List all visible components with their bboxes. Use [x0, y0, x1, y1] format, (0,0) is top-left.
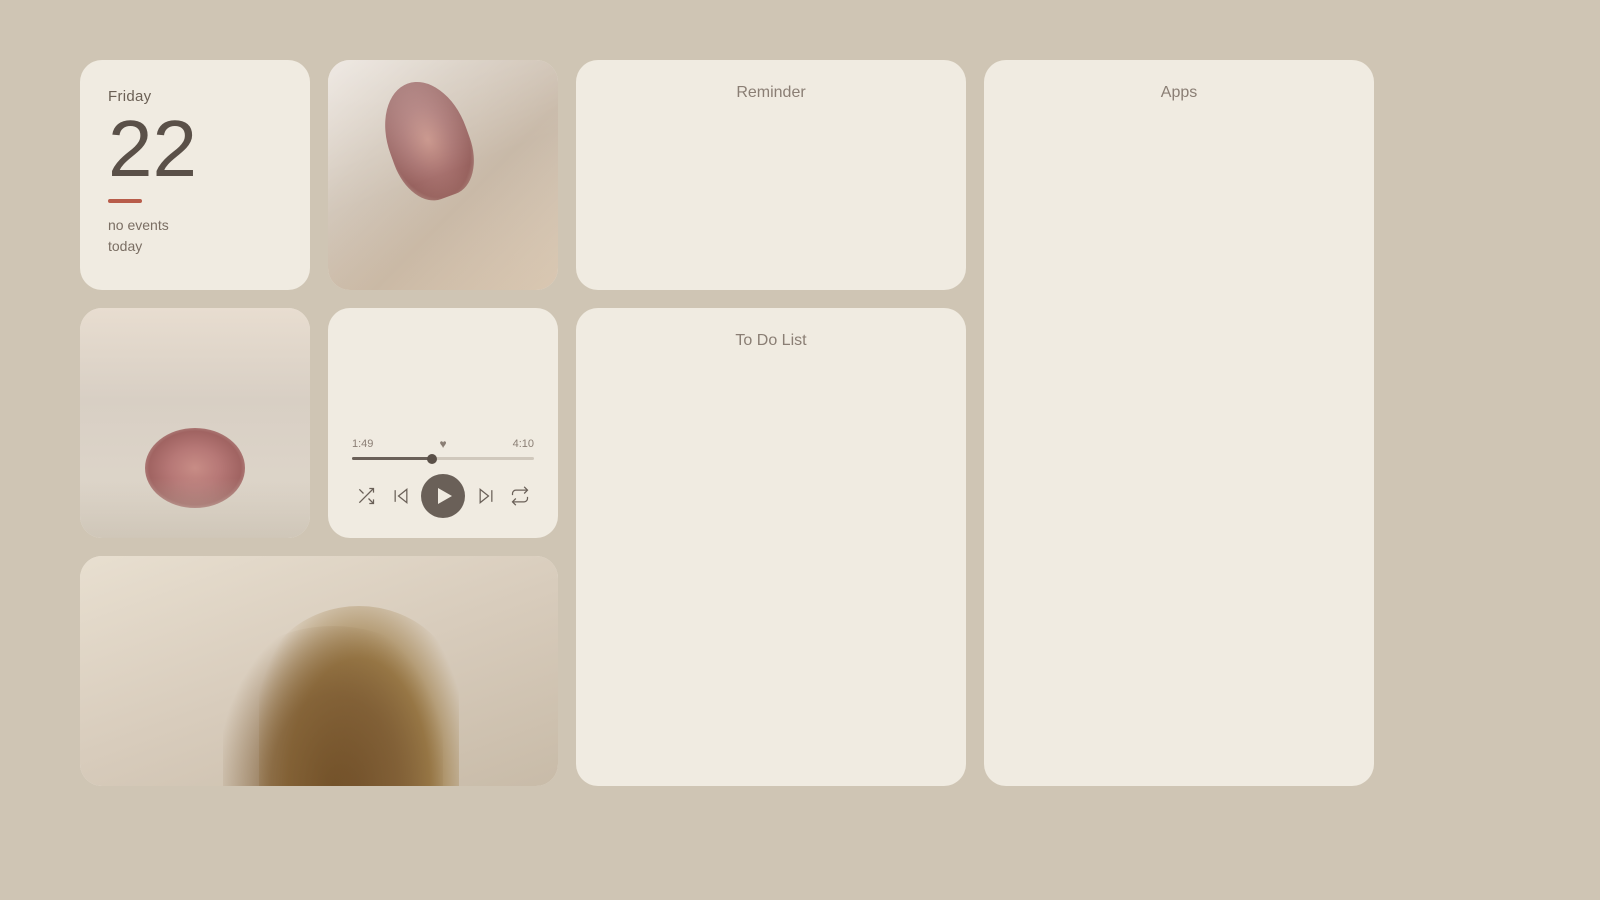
heart-icon: ♥ — [439, 437, 446, 451]
todo-title: To Do List — [735, 332, 806, 350]
dashboard: Friday 22 no events today Reminder Apps … — [80, 60, 1520, 840]
photo-widget-dried — [80, 556, 558, 786]
repeat-icon — [510, 486, 530, 506]
calendar-date-number: 22 — [108, 109, 282, 189]
reminder-widget[interactable]: Reminder — [576, 60, 966, 290]
calendar-widget: Friday 22 no events today — [80, 60, 310, 290]
no-events-line2: today — [108, 238, 142, 254]
photo-widget-peony — [80, 308, 310, 538]
progress-fill — [352, 457, 432, 460]
calendar-events: no events today — [108, 215, 282, 257]
progress-track[interactable] — [352, 457, 534, 460]
shuffle-button[interactable] — [352, 482, 380, 510]
progress-bar-container: 1:49 ♥ 4:10 — [352, 437, 534, 460]
repeat-button[interactable] — [506, 482, 534, 510]
photo-dried-image — [80, 556, 558, 786]
reminder-title: Reminder — [736, 84, 805, 102]
music-widget[interactable]: 1:49 ♥ 4:10 — [328, 308, 558, 538]
next-button[interactable] — [472, 482, 500, 510]
music-controls — [352, 474, 534, 518]
play-icon — [438, 488, 452, 504]
previous-icon — [391, 486, 411, 506]
apps-widget[interactable]: Apps — [984, 60, 1374, 786]
previous-button[interactable] — [387, 482, 415, 510]
apps-title: Apps — [1161, 84, 1197, 102]
play-button[interactable] — [421, 474, 465, 518]
no-events-line1: no events — [108, 217, 169, 233]
time-current: 1:49 — [352, 438, 373, 450]
photo-widget-tulip — [328, 60, 558, 290]
calendar-day-label: Friday — [108, 88, 282, 105]
calendar-divider — [108, 199, 142, 203]
photo-tulip-image — [328, 60, 558, 290]
progress-times: 1:49 ♥ 4:10 — [352, 437, 534, 451]
shuffle-icon — [356, 486, 376, 506]
progress-thumb — [427, 454, 437, 464]
next-icon — [476, 486, 496, 506]
todo-widget[interactable]: To Do List — [576, 308, 966, 786]
photo-peony-image — [80, 308, 310, 538]
time-total: 4:10 — [513, 438, 534, 450]
